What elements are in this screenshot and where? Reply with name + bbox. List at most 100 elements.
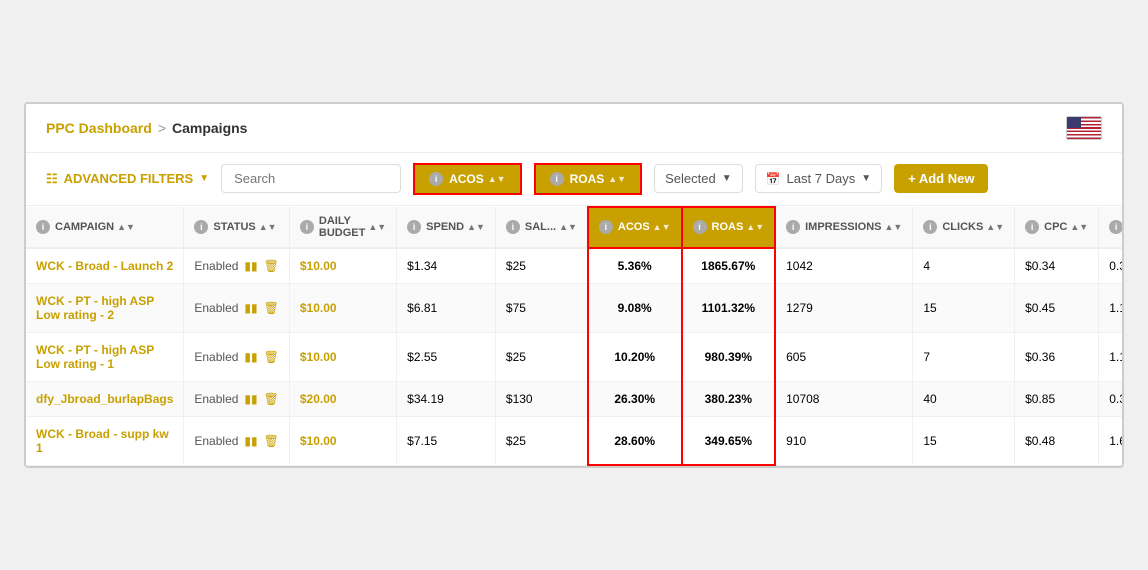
cell-campaign-0: WCK - Broad - Launch 2 (26, 248, 184, 284)
campaign-link-4[interactable]: WCK - Broad - supp kw 1 (36, 427, 169, 455)
breadcrumb-campaigns: Campaigns (172, 120, 247, 136)
th-status: i STATUS ▲▼ (184, 207, 290, 248)
cell-spend-2: $2.55 (397, 332, 496, 381)
campaign-link-0[interactable]: WCK - Broad - Launch 2 (36, 259, 173, 273)
th-roas-label: ROAS (712, 221, 744, 233)
filter-icon: ☷ (46, 171, 58, 187)
cell-acos-4: 28.60% (588, 416, 682, 465)
selected-dropdown[interactable]: Selected ▼ (654, 164, 743, 193)
acos-header-button[interactable]: i ACOS ▲▼ (413, 163, 522, 195)
cell-roas-3: 380.23% (682, 381, 776, 416)
th-spend-label: SPEND (426, 221, 464, 233)
th-impressions: i IMPRESSIONS ▲▼ (775, 207, 913, 248)
breadcrumb-sep: > (158, 120, 166, 136)
cell-acos-3: 26.30% (588, 381, 682, 416)
campaign-link-2[interactable]: WCK - PT - high ASP Low rating - 1 (36, 343, 154, 371)
budget-value-2: $10.00 (300, 350, 337, 364)
cell-acos-2: 10.20% (588, 332, 682, 381)
th-acos[interactable]: i ACOS ▲▼ (588, 207, 682, 248)
add-new-button[interactable]: + Add New (894, 164, 988, 193)
table-row: WCK - PT - high ASP Low rating - 2 Enabl… (26, 283, 1122, 332)
cell-ctr-3: 0.37% (1099, 381, 1122, 416)
cell-spend-3: $34.19 (397, 381, 496, 416)
roas-header-button[interactable]: i ROAS ▲▼ (534, 163, 643, 195)
cell-cpc-3: $0.85 (1015, 381, 1099, 416)
search-input[interactable] (221, 164, 401, 193)
cell-budget-1: $10.00 (289, 283, 396, 332)
status-text-2: Enabled (194, 350, 238, 364)
cell-spend-1: $6.81 (397, 283, 496, 332)
pause-icon-3[interactable]: ▮▮ (244, 392, 257, 406)
spend-info-icon: i (407, 220, 421, 234)
date-range-label: Last 7 Days (787, 171, 856, 186)
pause-icon-0[interactable]: ▮▮ (244, 259, 257, 273)
cell-cpc-1: $0.45 (1015, 283, 1099, 332)
clicks-sort-icon: ▲▼ (986, 222, 1004, 232)
delete-icon-2[interactable]: 🗑 (264, 350, 279, 364)
cell-clicks-0: 4 (913, 248, 1015, 284)
campaigns-table: i CAMPAIGN ▲▼ i STATUS ▲▼ (26, 206, 1122, 467)
cell-impressions-4: 910 (775, 416, 913, 465)
delete-icon-1[interactable]: 🗑 (264, 301, 279, 315)
th-sales: i SAL... ▲▼ (495, 207, 588, 248)
spend-sort-icon: ▲▼ (467, 222, 485, 232)
roas-info-icon: i (550, 172, 564, 186)
toolbar: ☷ ADVANCED FILTERS ▼ i ACOS ▲▼ i ROAS ▲▼… (26, 153, 1122, 206)
pause-icon-4[interactable]: ▮▮ (244, 434, 257, 448)
th-sales-label: SAL... (525, 221, 556, 233)
cell-clicks-2: 7 (913, 332, 1015, 381)
th-cpc: i CPC ▲▼ (1015, 207, 1099, 248)
campaign-link-1[interactable]: WCK - PT - high ASP Low rating - 2 (36, 294, 154, 322)
cell-roas-2: 980.39% (682, 332, 776, 381)
cell-campaign-3: dfy_Jbroad_burlapBags (26, 381, 184, 416)
cell-acos-0: 5.36% (588, 248, 682, 284)
campaigns-table-wrapper: i CAMPAIGN ▲▼ i STATUS ▲▼ (26, 206, 1122, 467)
th-roas[interactable]: i ROAS ▲▼ (682, 207, 776, 248)
cell-status-1: Enabled ▮▮ 🗑 (184, 283, 290, 332)
cell-sales-0: $25 (495, 248, 588, 284)
cell-ctr-4: 1.65% (1099, 416, 1122, 465)
cell-status-0: Enabled ▮▮ 🗑 (184, 248, 290, 284)
delete-icon-0[interactable]: 🗑 (264, 259, 279, 273)
impressions-info-icon: i (786, 220, 800, 234)
acos-sort-icon: ▲▼ (488, 174, 506, 184)
acos-info-icon: i (429, 172, 443, 186)
th-ctr: i CTR ▲▼ (1099, 207, 1122, 248)
breadcrumb-ppc[interactable]: PPC Dashboard (46, 120, 152, 136)
roas-th-info-icon: i (693, 220, 707, 234)
chevron-down-icon: ▼ (199, 173, 209, 184)
table-row: dfy_Jbroad_burlapBags Enabled ▮▮ 🗑 $20.0… (26, 381, 1122, 416)
th-status-label: STATUS (213, 221, 255, 233)
pause-icon-2[interactable]: ▮▮ (244, 350, 257, 364)
cell-ctr-0: 0.38% (1099, 248, 1122, 284)
budget-value-4: $10.00 (300, 434, 337, 448)
advanced-filters-button[interactable]: ☷ ADVANCED FILTERS ▼ (46, 171, 209, 187)
delete-icon-3[interactable]: 🗑 (264, 392, 279, 406)
th-impressions-label: IMPRESSIONS (805, 221, 881, 233)
pause-icon-1[interactable]: ▮▮ (244, 301, 257, 315)
campaign-sort-icon: ▲▼ (117, 222, 135, 232)
cell-budget-0: $10.00 (289, 248, 396, 284)
cell-spend-4: $7.15 (397, 416, 496, 465)
cell-cpc-0: $0.34 (1015, 248, 1099, 284)
cell-clicks-4: 15 (913, 416, 1015, 465)
cell-cpc-2: $0.36 (1015, 332, 1099, 381)
th-cpc-label: CPC (1044, 221, 1067, 233)
budget-value-3: $20.00 (300, 392, 337, 406)
campaign-info-icon: i (36, 220, 50, 234)
delete-icon-4[interactable]: 🗑 (264, 434, 279, 448)
campaign-link-3[interactable]: dfy_Jbroad_burlapBags (36, 392, 173, 406)
advanced-filters-label: ADVANCED FILTERS (64, 171, 194, 186)
acos-th-sort-icon: ▲▼ (653, 222, 671, 232)
cell-budget-2: $10.00 (289, 332, 396, 381)
th-clicks-label: CLICKS (942, 221, 983, 233)
acos-th-info-icon: i (599, 220, 613, 234)
table-header-row: i CAMPAIGN ▲▼ i STATUS ▲▼ (26, 207, 1122, 248)
cell-status-3: Enabled ▮▮ 🗑 (184, 381, 290, 416)
flag-icon[interactable] (1066, 116, 1102, 140)
budget-value-1: $10.00 (300, 301, 337, 315)
cell-impressions-2: 605 (775, 332, 913, 381)
header: PPC Dashboard > Campaigns (26, 104, 1122, 153)
date-range-dropdown[interactable]: 📅 Last 7 Days ▼ (755, 164, 883, 193)
cell-budget-4: $10.00 (289, 416, 396, 465)
